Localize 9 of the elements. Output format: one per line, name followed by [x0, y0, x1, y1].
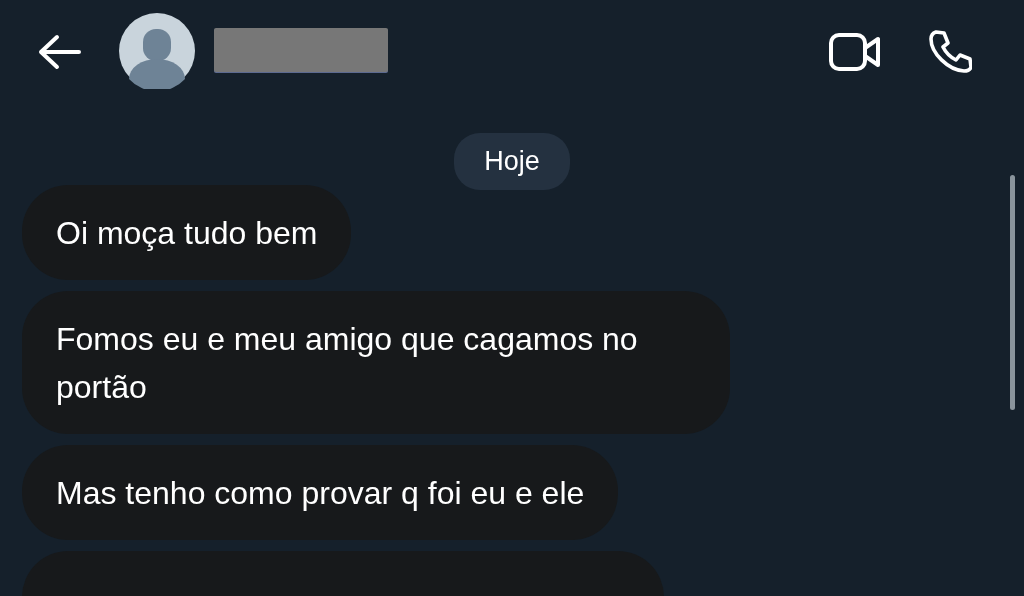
avatar-icon[interactable]: [119, 13, 195, 89]
date-divider: Hoje: [454, 133, 570, 190]
message-bubble: Fomos eu e meu amigo que cagamos no portão: [22, 291, 730, 434]
message-bubble: Oi moça tudo bem: [22, 185, 352, 280]
message-bubble: Mas tenho como provar q foi eu e ele: [22, 445, 619, 540]
back-arrow-icon[interactable]: [37, 34, 81, 70]
scrollbar[interactable]: [1010, 175, 1015, 410]
phone-icon[interactable]: [928, 29, 972, 73]
video-call-icon[interactable]: [829, 33, 881, 71]
